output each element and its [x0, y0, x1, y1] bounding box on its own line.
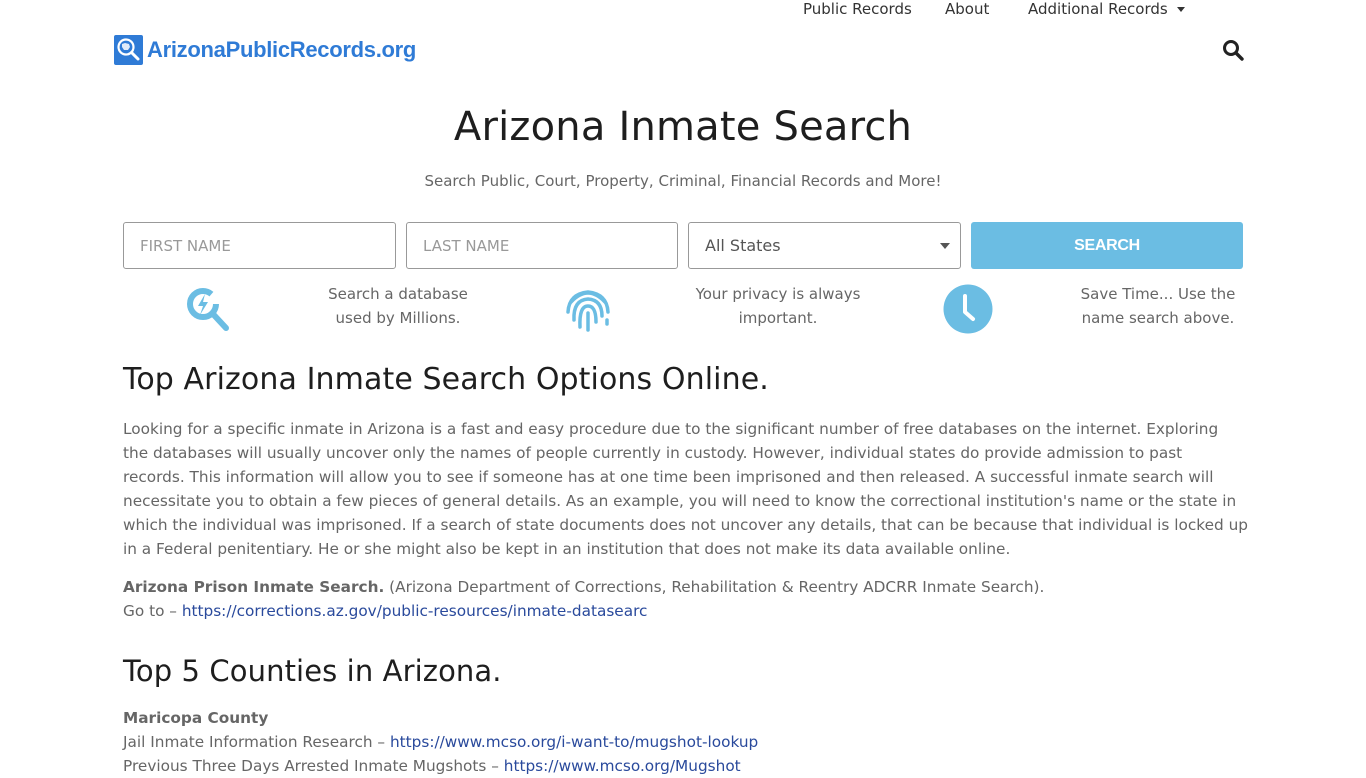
site-header: ArizonaPublicRecords.org Public Records … — [0, 0, 1366, 100]
last-name-input[interactable] — [406, 222, 678, 269]
county-name: Maricopa County — [123, 709, 269, 727]
logo-magnifier-icon — [114, 35, 143, 65]
lightning-search-icon — [183, 284, 233, 338]
county-line2-prefix: Previous Three Days Arrested Inmate Mugs… — [123, 757, 504, 775]
jail-inmate-link[interactable]: https://www.mcso.org/i-want-to/mugshot-l… — [390, 733, 758, 751]
mugshot-link[interactable]: https://www.mcso.org/Mugshot — [504, 757, 741, 775]
section-heading-search-options: Top Arizona Inmate Search Options Online… — [123, 362, 769, 397]
caret-down-icon — [1176, 7, 1185, 12]
prison-search-desc: (Arizona Department of Corrections, Reha… — [384, 578, 1045, 596]
feature-text-line1: Search a database — [328, 285, 468, 303]
logo-text: ArizonaPublicRecords.org — [147, 37, 417, 62]
intro-paragraph: Looking for a specific inmate in Arizona… — [123, 420, 1248, 558]
fingerprint-icon — [561, 282, 615, 340]
search-icon[interactable] — [1222, 39, 1244, 61]
county-block: Maricopa County Jail Inmate Information … — [123, 706, 1248, 778]
prison-search-label: Arizona Prison Inmate Search. — [123, 578, 385, 596]
nav-additional-records[interactable]: Additional Records — [1028, 0, 1185, 18]
page-title: Arizona Inmate Search — [453, 104, 913, 150]
feature-text-line1: Your privacy is always — [695, 285, 861, 303]
search-button[interactable]: SEARCH — [971, 222, 1243, 269]
feature-privacy: Your privacy is always important. — [503, 282, 876, 334]
feature-text-line1: Save Time... Use the — [1080, 285, 1236, 303]
site-logo[interactable]: ArizonaPublicRecords.org — [114, 34, 416, 66]
nav-additional-records-label: Additional Records — [1028, 0, 1168, 18]
goto-prefix: Go to – — [123, 602, 182, 620]
search-form: All States SEARCH — [123, 222, 1243, 269]
state-select-value: All States — [705, 236, 781, 255]
prison-search-link[interactable]: https://corrections.az.gov/public-resour… — [182, 602, 648, 620]
clock-icon — [943, 284, 993, 338]
feature-text-line2: important. — [738, 309, 818, 327]
county-line1-prefix: Jail Inmate Information Research – — [123, 733, 390, 751]
first-name-input[interactable] — [123, 222, 396, 269]
feature-text-line2: used by Millions. — [335, 309, 461, 327]
feature-database: Search a database used by Millions. — [123, 282, 496, 334]
chevron-down-icon — [940, 243, 950, 249]
section-heading-top-counties: Top 5 Counties in Arizona. — [123, 654, 502, 688]
feature-save-time: Save Time... Use the name search above. — [883, 282, 1256, 334]
state-select[interactable]: All States — [688, 222, 961, 269]
feature-text-line2: name search above. — [1081, 309, 1235, 327]
nav-public-records[interactable]: Public Records — [803, 0, 912, 18]
nav-about[interactable]: About — [945, 0, 989, 18]
page-subtitle: Search Public, Court, Property, Criminal… — [424, 172, 942, 190]
prison-search-block: Arizona Prison Inmate Search. (Arizona D… — [123, 575, 1248, 623]
